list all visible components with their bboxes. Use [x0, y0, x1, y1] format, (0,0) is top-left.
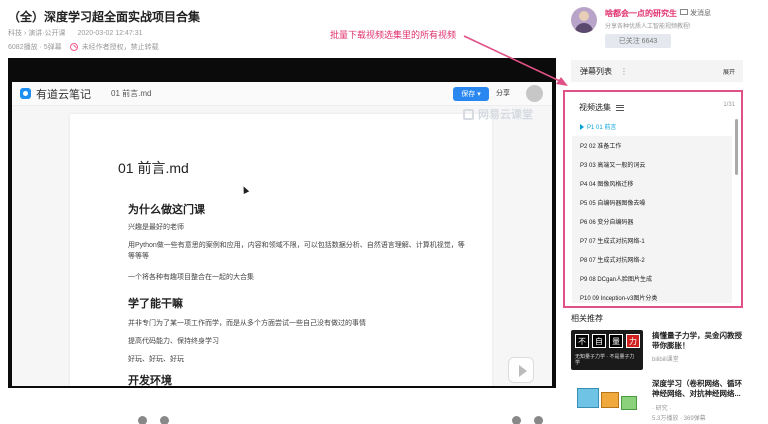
playlist-item[interactable]: P4 04 图像风格迁移	[572, 174, 732, 193]
video-stats: 6082播放 · 5弹幕	[8, 44, 62, 51]
playlist-item-label: P7 07 生成式对抗网络-1	[580, 239, 645, 245]
thumbnail-char: 自	[592, 334, 606, 348]
watermark-text: 网易云课堂	[478, 109, 533, 121]
uploader-description: 分享各种优质人工智能视频教程!	[605, 24, 691, 30]
thumbnail-char: 力	[626, 334, 640, 348]
thumbnail-char: 量	[609, 334, 623, 348]
doc-paragraph: 用Python做一些有意思的案例和应用，内容和领域不限，可以包括数据分析、自然语…	[128, 242, 465, 260]
doc-paragraph: 并非专门为了某一项工作而学，而是从多个方面尝试一些自己没有做过的事情	[128, 320, 366, 327]
playlist-item[interactable]: P2 02 准备工作	[572, 136, 732, 155]
player-control-icon[interactable]	[512, 416, 521, 424]
recommendation-thumbnail[interactable]	[571, 378, 643, 418]
recommendation-stats: 5.3万播放 · 369弹幕	[652, 416, 706, 422]
danmaku-list-label: 弹幕列表	[580, 66, 612, 76]
uploader-avatar[interactable]	[571, 7, 597, 33]
annotation-text: 批量下载视频选集里的所有视频	[330, 30, 457, 40]
doc-heading: 学了能干嘛	[128, 298, 183, 310]
netease-logo-icon	[463, 108, 474, 120]
playlist-item[interactable]: P9 08 DCgan人脸图片生成	[572, 269, 732, 288]
video-stats-line: 6082播放 · 5弹幕 未经作者授权，禁止转载	[8, 42, 159, 52]
playlist-count: 1/31	[723, 102, 735, 108]
thumbnail-char: 不	[575, 334, 589, 348]
playlist-item-label: P6 06 变分自编码器	[580, 220, 634, 226]
thumbnail-subtitle: 无知量子力学 · 不是量子力学	[575, 354, 635, 366]
player-control-strip	[8, 412, 556, 424]
play-icon[interactable]	[508, 357, 534, 383]
playlist-item[interactable]: P7 07 生成式对抗网络-1	[572, 231, 732, 250]
send-message-link[interactable]: 发消息	[690, 8, 711, 18]
player-control-icon[interactable]	[138, 416, 147, 424]
danmaku-list-bar[interactable]: 弹幕列表 ⋮ 展开	[571, 60, 743, 82]
no-repost-icon	[69, 43, 78, 51]
document-page: 01 前言.md 为什么做这门课 兴趣是最好的老师 用Python做一些有意思的…	[70, 114, 492, 386]
playlist-item-label: P2 02 准备工作	[580, 144, 622, 150]
watermark: 网易云课堂	[463, 106, 533, 122]
file-tab: 01 前言.md	[111, 89, 152, 98]
playlist-item-label: P8 07 生成式对抗网络-2	[580, 258, 645, 264]
recommendation-title[interactable]: 深度学习（卷积网络、循环神经网络、对抗神经网络...	[652, 379, 744, 399]
recommendation-item[interactable]: 不 自 量 力 无知量子力学 · 不是量子力学 搞懂量子力学，吴金闪教授带你膨胀…	[571, 330, 743, 374]
follow-button[interactable]: 已关注 6643	[605, 34, 671, 48]
doc-paragraph: 提高代码能力、保持终身学习	[128, 338, 219, 345]
more-options-icon[interactable]: ⋮	[620, 67, 628, 76]
playlist-scrollbar[interactable]	[735, 119, 738, 175]
playlist-title: 视频选集	[579, 103, 611, 112]
thumbnail-graphic	[577, 388, 599, 408]
player-control-icon[interactable]	[534, 416, 543, 424]
playlist-item[interactable]: P5 05 自编码器图像去噪	[572, 193, 732, 212]
mail-icon[interactable]	[680, 9, 688, 15]
doc-heading: 为什么做这门课	[128, 204, 205, 216]
list-view-icon[interactable]	[616, 104, 624, 111]
recommendation-thumbnail[interactable]: 不 自 量 力 无知量子力学 · 不是量子力学	[571, 330, 643, 370]
playlist-item-label: P5 05 自编码器图像去噪	[580, 201, 646, 207]
uploader-name[interactable]: 啥都会一点的研究生	[605, 8, 677, 19]
video-category[interactable]: 科技 › 演讲·公开课	[8, 30, 66, 37]
playlist-header: 视频选集	[579, 102, 624, 113]
recommendation-item[interactable]: 深度学习（卷积网络、循环神经网络、对抗神经网络... · 研究 · 5.3万播放…	[571, 378, 743, 422]
doc-paragraph: 好玩、好玩、好玩	[128, 356, 184, 363]
notes-app-name: 有道云笔记	[36, 88, 91, 101]
playlist-item-label: P10 09 Inception-v3图片分类	[580, 296, 658, 302]
playlist-item[interactable]: P8 07 生成式对抗网络-2	[572, 250, 732, 269]
video-datetime: 2020-03-02 12:47:31	[77, 30, 143, 37]
recommendation-title[interactable]: 搞懂量子力学，吴金闪教授带你膨胀！	[652, 331, 744, 351]
playlist-item-label: P9 08 DCgan人脸图片生成	[580, 277, 653, 283]
notes-editor: 01 前言.md 为什么做这门课 兴趣是最好的老师 用Python做一些有意思的…	[12, 106, 552, 386]
playlist-item-label: P3 03 高端又一般的词云	[580, 163, 646, 169]
expand-button[interactable]: 展开	[723, 67, 735, 76]
recommendations-title: 相关推荐	[571, 314, 603, 323]
playlist-item[interactable]: P6 06 变分自编码器	[572, 212, 732, 231]
thumbnail-title-chars: 不 自 量 力	[575, 334, 640, 348]
playlist-item[interactable]: P10 09 Inception-v3图片分类	[572, 288, 732, 303]
playlist-panel: 视频选集 1/31 P1 01 前言 P2 02 准备工作 P3 03 高端又一…	[563, 90, 743, 308]
playlist-item[interactable]: P3 03 高端又一般的词云	[572, 155, 732, 174]
video-player[interactable]: 有道云笔记 01 前言.md 保存 ▾ 分享 01 前言.md 为什么做这门课 …	[8, 58, 556, 388]
thumbnail-graphic	[621, 396, 637, 410]
repost-warning: 未经作者授权，禁止转载	[81, 44, 159, 51]
playlist-item-label: P1 01 前言	[587, 125, 617, 131]
video-title: （全）深度学习超全面实战项目合集	[8, 10, 201, 24]
youdao-logo-icon	[20, 88, 31, 99]
now-playing-icon	[580, 123, 584, 130]
recommendation-author[interactable]: · 研究 ·	[652, 403, 671, 412]
video-meta: 科技 › 演讲·公开课 2020-03-02 12:47:31	[8, 28, 153, 38]
player-control-icon[interactable]	[160, 416, 169, 424]
doc-heading: 开发环境	[128, 375, 172, 386]
thumbnail-graphic	[601, 392, 619, 408]
recommendation-author[interactable]: bilibili课堂	[652, 354, 679, 363]
doc-paragraph: 一个将各种有趣项目整合在一起的大合集	[128, 274, 254, 281]
doc-paragraph: 兴趣是最好的老师	[128, 224, 184, 231]
annotation-arrow	[463, 35, 568, 86]
doc-title: 01 前言.md	[118, 160, 189, 176]
playlist-item-label: P4 04 图像风格迁移	[580, 182, 634, 188]
playlist-list: P1 01 前言 P2 02 准备工作 P3 03 高端又一般的词云 P4 04…	[572, 117, 732, 303]
playlist-item[interactable]: P1 01 前言	[572, 117, 732, 136]
